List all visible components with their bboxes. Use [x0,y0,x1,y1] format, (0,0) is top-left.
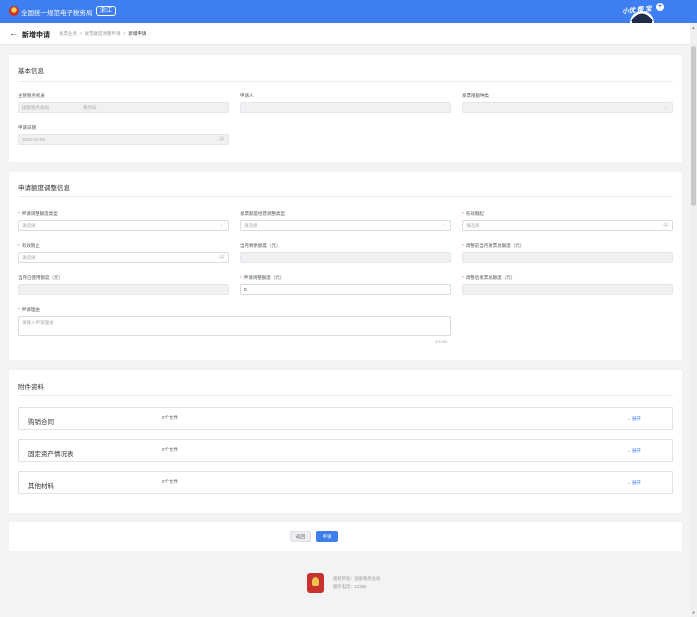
expand-button[interactable]: ⌄ 展开 [627,448,641,454]
adjust-type-placeholder: 请选择 [22,223,36,228]
site-title[interactable]: 全国统一规范电子税务局 [21,7,93,17]
scroll-up-icon[interactable]: ▲ [690,24,697,31]
valid-end-placeholder: 请选择 [22,255,36,260]
month-remaining-field [240,252,451,263]
breadcrumb-item[interactable]: 发票业务 [59,31,77,36]
basic-info-card: 基本信息 主管税务机关 国家税务总局 税务局 申请人 发票限额种类 ⌄ 申请日期… [9,55,682,162]
chevron-down-icon: ⌄ [627,416,631,421]
section-title-attachments: 附件资料 [18,384,44,391]
process-type-placeholder: 请选择 [244,223,258,228]
attachment-file-count: 0个文件 [162,479,179,484]
valid-start-placeholder: 请选择 [466,223,480,228]
apply-date-label: 申请日期 [18,125,36,130]
chevron-down-icon: ⌄ [219,222,224,228]
apply-date-value: 2025-01-06 [22,137,46,142]
expand-button[interactable]: ⌄ 展开 [627,416,641,422]
tax-authority-label: 主管税务机关 [18,93,45,98]
attachment-row[interactable]: 购销合同 0个文件 ⌄ 展开 [18,407,673,430]
tax-authority-value: 国家税务总局 [22,105,49,110]
apply-date-field: 2025-01-06 ▤ [18,134,229,145]
invoice-type-select[interactable]: ⌄ [462,102,673,113]
calendar-icon: ▤ [663,222,668,228]
tax-authority-field: 国家税务总局 税务局 [18,102,229,113]
divider [18,395,673,396]
quota-adjust-card: 申请额度调整信息 * 申请调整额度类型 请选择 ⌄ 发票额度经营调整类型 请选择 … [9,172,682,360]
valid-start-label: * 有效期起 [462,211,484,216]
attachment-name: 购销合同 [28,419,54,426]
month-used-field [18,284,229,295]
after-adjust-total-field [462,284,673,295]
top-header-bar: 全国统一规范电子税务局 浙江 小优 帮 宝 + [0,0,697,35]
process-type-label: 发票额度经营调整类型 [240,211,285,216]
breadcrumb-separator: > [123,31,126,36]
back-arrow-icon[interactable]: ← [9,28,18,38]
calendar-icon: ▤ [219,136,224,142]
back-button[interactable]: 返回 [290,531,311,542]
chevron-down-icon: ⌄ [441,222,446,228]
apply-adjust-input[interactable]: 0 [240,284,451,295]
tax-emblem-icon [307,573,324,593]
adjust-type-label: * 申请调整额度类型 [18,211,58,216]
scrollbar-thumb[interactable] [691,46,696,206]
valid-end-date-picker[interactable]: 请选择 ▤ [18,252,229,263]
breadcrumb-separator: > [79,31,83,36]
action-bar: 返回 申请 [9,522,682,551]
chevron-down-icon: ⌄ [627,448,631,453]
adjust-type-select[interactable]: 请选择 ⌄ [18,220,229,231]
apply-adjust-label: * 申请调整额度（元） [240,275,285,280]
submit-button[interactable]: 申请 [316,531,338,542]
applicant-field [240,102,451,113]
tax-emblem-icon [9,6,19,16]
footer-copyright: 版权所有：国家税务总局 [333,576,381,581]
scroll-down-icon[interactable]: ▼ [690,609,697,616]
before-adjust-total-field [462,252,673,263]
applicant-label: 申请人 [240,93,254,98]
attachments-card: 附件资料 购销合同 0个文件 ⌄ 展开 固定资产情况表 0个文件 ⌄ 展开 其他… [9,370,682,513]
invoice-type-label: 发票限额种类 [462,93,489,98]
tax-authority-value-suffix: 税务局 [83,105,97,110]
section-title-quota: 申请额度调整信息 [18,185,70,192]
section-title-basic: 基本信息 [18,68,44,75]
attachment-file-count: 0个文件 [162,415,179,420]
after-adjust-total-label: * 调整后发票总额度（元） [462,275,516,280]
region-badge[interactable]: 浙江 [96,6,117,16]
breadcrumb-current: 新增申请 [128,31,147,36]
attachment-file-count: 0个文件 [162,447,179,452]
page-title: 新增申请 [22,32,50,39]
process-type-select[interactable]: 请选择 ⌄ [240,220,451,231]
reason-placeholder: 请输入申请理由 [22,320,54,325]
attachment-row[interactable]: 固定资产情况表 0个文件 ⌄ 展开 [18,439,673,462]
breadcrumb: 发票业务 > 发票额度调整申请 > 新增申请 [59,31,146,37]
divider [18,196,673,197]
attachment-name: 其他材料 [28,483,54,490]
attachment-name: 固定资产情况表 [28,451,74,458]
before-adjust-total-label: * 调整前当月发票总额度（元） [462,243,525,248]
reason-char-counter: 0/1000 [435,339,448,344]
month-remaining-label: 当月剩余额度（元） [240,243,281,248]
chevron-down-icon: ⌄ [627,480,631,485]
month-used-label: 当月已使用额度（元） [18,275,63,280]
breadcrumb-item[interactable]: 发票额度调整申请 [85,31,121,36]
divider [18,81,673,82]
footer-phone: 服务电话：12366 [333,584,367,589]
plus-icon[interactable]: + [656,3,664,11]
valid-end-label: * 有效期止 [18,243,40,248]
attachment-row[interactable]: 其他材料 0个文件 ⌄ 展开 [18,471,673,494]
page-header: ← 新增申请 发票业务 > 发票额度调整申请 > 新增申请 [0,23,690,45]
calendar-icon: ▤ [219,254,224,260]
valid-start-date-picker[interactable]: 请选择 ▤ [462,220,673,231]
reason-label: * 申请理由 [18,307,40,312]
reason-textarea[interactable]: 请输入申请理由 [18,316,451,336]
expand-button[interactable]: ⌄ 展开 [627,480,641,486]
chevron-down-icon: ⌄ [663,104,668,110]
